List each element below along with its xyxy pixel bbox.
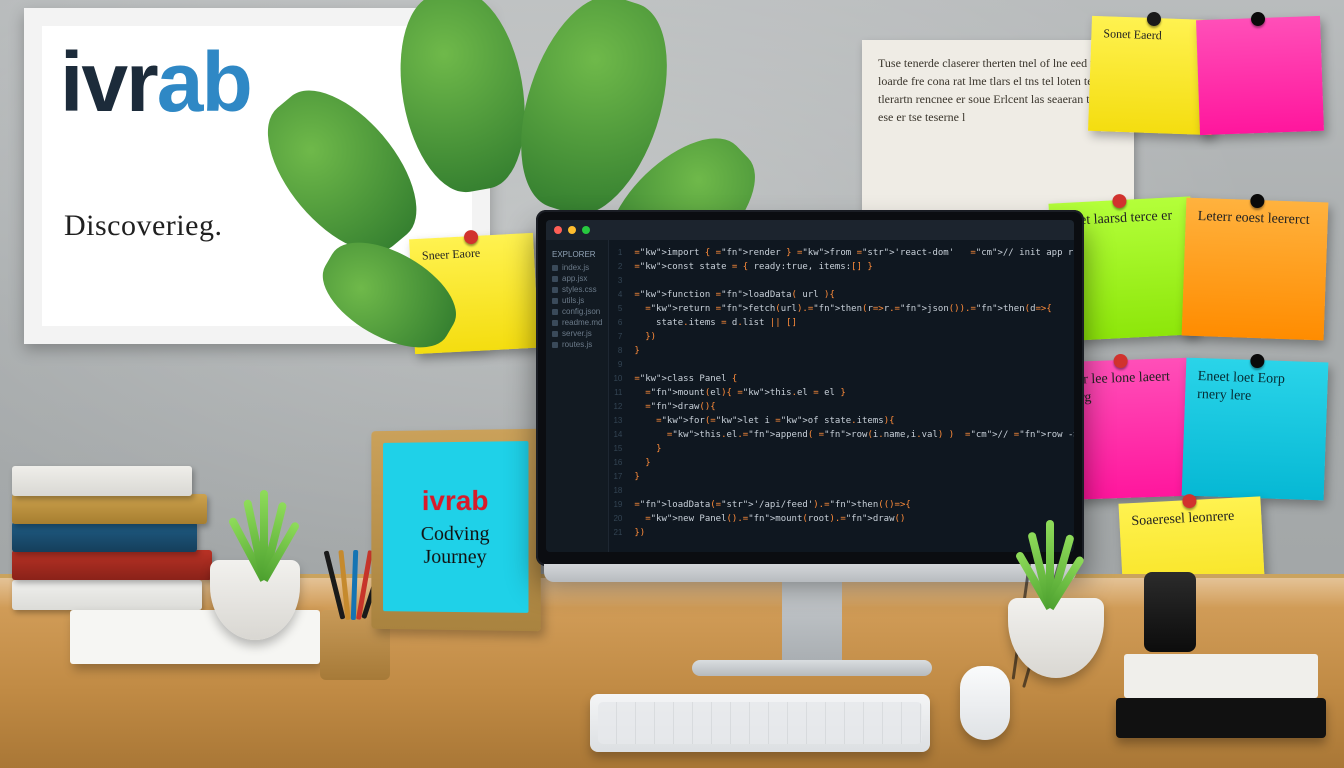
sticky-cyan: Eneet loet Eorp rnery lere	[1182, 358, 1329, 501]
brand-logo-accent: ab	[157, 35, 251, 129]
sidebar-header: EXPLORER	[552, 250, 602, 259]
sticky-text: Leterr eoest leererct	[1198, 209, 1310, 228]
file-item: config.json	[552, 307, 602, 316]
screen: EXPLORER index.js app.jsx styles.css utils.…	[546, 220, 1074, 552]
sticky-text: Sonet Eaerd	[1103, 26, 1162, 42]
desk-frame: ivrab Codving Journey	[371, 429, 540, 632]
window-close-icon	[554, 226, 562, 234]
sticky-text: Soaeresel leonrere	[1131, 509, 1235, 529]
window-min-icon	[568, 226, 576, 234]
mouse	[960, 666, 1010, 740]
desk-frame-line1: Codving	[421, 523, 490, 546]
keyboard	[590, 694, 930, 752]
sticky-top-pink	[1196, 16, 1324, 135]
code-area: ="kw">import { ="fn">render } ="kw">from…	[626, 240, 1074, 552]
right-desk-stack	[1096, 538, 1326, 738]
file-item: readme.md	[552, 318, 602, 327]
sticky-text: Eneet loet Eorp rnery lere	[1197, 369, 1285, 403]
file-item: server.js	[552, 329, 602, 338]
file-item: index.js	[552, 263, 602, 272]
window-titlebar	[546, 220, 1074, 240]
succulent-left	[214, 490, 314, 580]
desk-frame-brand: ivrab	[422, 485, 489, 517]
file-item: routes.js	[552, 340, 602, 349]
file-item: app.jsx	[552, 274, 602, 283]
monitor: EXPLORER index.js app.jsx styles.css utils.…	[536, 210, 1084, 566]
window-max-icon	[582, 226, 590, 234]
file-item: utils.js	[552, 296, 602, 305]
brand-logo-main: ivr	[60, 35, 157, 129]
sticky-orange: Leterr eoest leererct	[1182, 198, 1329, 341]
desk-frame-inner: ivrab Codving Journey	[383, 441, 528, 613]
file-item: styles.css	[552, 285, 602, 294]
workspace-scene: ivrab Discoverieg. Sneer Eaore Tuse tene…	[0, 0, 1344, 768]
succulent-right	[1000, 518, 1100, 608]
paper-note-text: Tuse tenerde claserer therten tnel of ln…	[878, 56, 1110, 124]
line-gutter: 1 2 3 4 5 6 7 8 9 10 11 12 13 14 15 16 1…	[609, 240, 626, 552]
desk-frame-line2: Journey	[424, 546, 487, 569]
code-editor: EXPLORER index.js app.jsx styles.css utils.…	[546, 240, 1074, 552]
editor-sidebar: EXPLORER index.js app.jsx styles.css utils.…	[546, 240, 609, 552]
lens-icon	[1144, 572, 1196, 652]
